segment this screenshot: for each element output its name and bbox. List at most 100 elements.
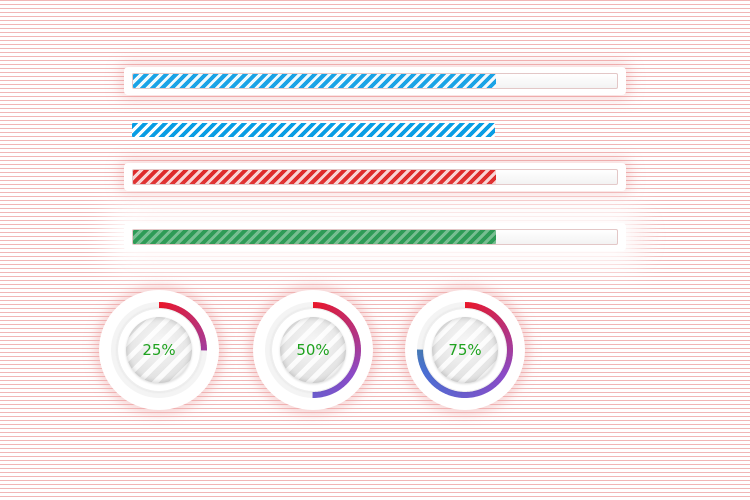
ring-arc-segment xyxy=(495,375,503,383)
ring-arc-segment xyxy=(503,362,511,369)
progress-fill xyxy=(132,123,495,137)
ring-arc-segment xyxy=(354,354,361,359)
ring-arc-segment xyxy=(439,385,446,393)
ring-arc-segment xyxy=(352,335,360,341)
ring-arc-segment xyxy=(421,368,429,374)
ring-arc-segment xyxy=(167,303,173,310)
ring-arc-segment xyxy=(196,328,204,335)
percent-label: 75% xyxy=(448,341,482,359)
ring-arc-segment xyxy=(417,356,425,362)
ring-arc-segment xyxy=(487,309,494,317)
ring-arc-segment xyxy=(318,302,324,310)
ring-arc-segment xyxy=(352,360,360,366)
ring-arc-segment xyxy=(501,326,509,332)
ring-arc-segment xyxy=(505,338,513,344)
ring-arc-segment xyxy=(318,391,323,398)
ring-arc-segment xyxy=(497,373,505,380)
ring-arc-segment xyxy=(504,360,512,366)
ring-arc-segment xyxy=(473,390,479,398)
dial-knob: 25% xyxy=(118,309,200,391)
ring-arc-segment xyxy=(484,307,491,315)
progress-fill xyxy=(133,170,496,184)
ring-arc-segment xyxy=(423,370,431,377)
ring-arc-segment xyxy=(198,335,206,341)
ring-arc-segment xyxy=(192,320,200,327)
ring-arc-segment xyxy=(326,388,333,396)
ring-arc-segment xyxy=(473,303,479,310)
ring-arc-segment xyxy=(337,382,344,390)
ring-arc-segment xyxy=(454,390,460,398)
ring-arc-segment xyxy=(470,302,476,310)
progress-bar-blue xyxy=(124,67,626,95)
ring-arc-segment xyxy=(324,303,330,311)
ring-arc-segment xyxy=(345,373,353,380)
ring-arc-segment xyxy=(448,389,454,397)
ring-arc-segment xyxy=(343,375,351,383)
dial-disc: 50% xyxy=(280,317,346,383)
ring-arc-segment xyxy=(436,383,443,391)
progress-bar-green xyxy=(124,223,626,251)
ring-arc-segment xyxy=(327,304,333,312)
ring-arc-segment xyxy=(164,302,170,310)
ring-arc-segment xyxy=(335,309,342,317)
dial-disc: 75% xyxy=(432,317,498,383)
ring-arc-segment xyxy=(496,317,504,325)
ring-arc-segment xyxy=(499,323,507,330)
ring-arc-segment xyxy=(193,323,201,330)
progress-bar-red xyxy=(124,163,626,191)
ring-arc-segment xyxy=(337,311,345,319)
ring-arc-segment xyxy=(332,307,339,315)
ring-arc-segment xyxy=(353,357,361,363)
progress-fill xyxy=(133,74,496,88)
ring-arc-segment xyxy=(329,387,336,395)
ring-arc-segment xyxy=(178,307,185,315)
ring-arc-segment xyxy=(478,388,485,396)
percent-label: 25% xyxy=(142,341,176,359)
ring-arc-segment xyxy=(170,303,176,311)
progress-track xyxy=(132,73,618,89)
progress-bar-blue-plain xyxy=(124,117,626,145)
ring-arc-segment xyxy=(350,328,358,335)
progress-fill xyxy=(133,230,496,244)
ring-arc-segment xyxy=(418,359,426,365)
ring-arc-segment xyxy=(351,362,359,369)
ring-arc-segment xyxy=(195,326,203,332)
ring-arc-segment xyxy=(442,386,448,394)
ring-arc-segment xyxy=(321,303,327,310)
ring-arc-segment xyxy=(486,383,494,391)
ring-arc-segment xyxy=(321,390,327,398)
ring-arc-segment xyxy=(350,365,358,372)
ring-arc-segment xyxy=(351,332,359,338)
ring-arc-segment xyxy=(506,354,513,359)
ring-arc-segment xyxy=(470,391,475,398)
ring-arc-segment xyxy=(347,323,355,330)
ring-arc-segment xyxy=(479,304,485,312)
ring-arc-segment xyxy=(181,309,188,317)
ring-arc-segment xyxy=(503,332,511,338)
ring-arc-segment xyxy=(199,338,207,344)
progress-track xyxy=(132,123,616,137)
ring-arc-segment xyxy=(482,306,488,314)
ring-arc-segment xyxy=(451,390,457,397)
progress-track xyxy=(132,229,618,245)
ring-arc-segment xyxy=(346,320,354,327)
progress-track xyxy=(132,169,618,185)
ring-arc-segment xyxy=(501,368,509,375)
ring-arc-segment xyxy=(502,365,510,372)
dial-disc: 25% xyxy=(126,317,192,383)
ring-arc-segment xyxy=(332,385,339,393)
dial-knob: 50% xyxy=(272,309,354,391)
ring-arc-segment xyxy=(502,328,510,335)
ring-arc-segment xyxy=(176,306,182,314)
ring-arc-segment xyxy=(481,387,488,395)
ring-arc-segment xyxy=(353,338,361,344)
circular-progress-75: 75% xyxy=(405,290,525,410)
ring-arc-segment xyxy=(420,365,428,372)
ring-arc-segment xyxy=(190,317,198,325)
ring-arc-segment xyxy=(505,357,513,363)
ring-arc-segment xyxy=(334,383,342,391)
ring-arc-segment xyxy=(433,381,441,389)
ring-arc-segment xyxy=(419,362,427,368)
ring-arc-segment xyxy=(504,335,512,341)
ring-arc-segment xyxy=(349,326,357,332)
